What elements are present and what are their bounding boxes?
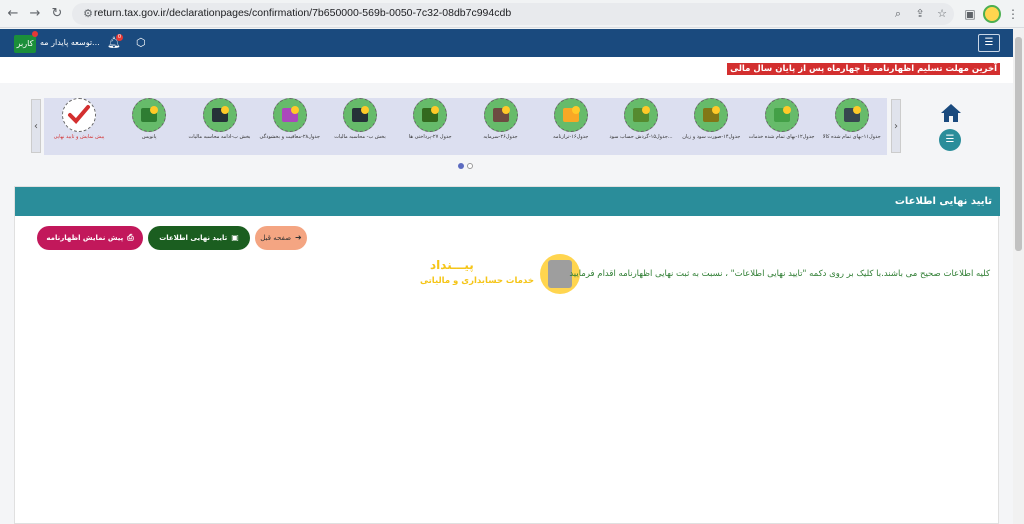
step-service-cost[interactable]: جدول۱۲-بهای تمام شده خدمات <box>747 98 817 155</box>
step-label: جدول۱۶-ترازنامه <box>553 134 589 140</box>
step-tax-calc[interactable]: بخش ب- محاسبه مالیات <box>325 98 395 155</box>
watermark-subtitle: خدمات حسابداری و مالیاتی <box>420 276 534 286</box>
confirmation-info-text: کلیه اطلاعات صحیح می باشند.با کلیک بر رو… <box>569 269 990 279</box>
step-label: جدول۲۶-سرمایه <box>483 134 518 140</box>
deadline-alert: آخرین مهلت تسلیم اظهارنامه تا چهارماه پس… <box>727 63 1000 75</box>
prev-button-label: صفحه قبل <box>260 234 292 242</box>
preview-declaration-button[interactable]: پیش نمایش اظهارنامه ⎙ <box>37 226 143 250</box>
menu-icon[interactable]: ☰ <box>978 34 1000 52</box>
step-scale[interactable]: جدول۱۴-صورت سود و زیان <box>676 98 746 155</box>
card-header: تایید نهایی اطلاعات <box>15 187 1000 216</box>
tax-calc-continue-icon <box>202 98 237 132</box>
step-exemption[interactable]: جدول۲۸-معافیت و بخشودگی <box>255 98 325 155</box>
url-text[interactable]: return.tax.gov.ir/declarationpages/confi… <box>94 7 511 19</box>
share-icon[interactable]: ⇪ <box>912 6 928 22</box>
confirmation-card: تایید نهایی اطلاعات پیش نمایش اظهارنامه ⎙… <box>14 186 1000 524</box>
carousel-dots <box>458 163 478 171</box>
zoom-icon[interactable]: ⌕ <box>890 6 906 22</box>
printer-icon: ⎙ <box>127 233 134 242</box>
step-footnote[interactable]: پانویس <box>114 98 184 155</box>
check-icon <box>62 98 96 132</box>
card-title: تایید نهایی اطلاعات <box>894 196 992 207</box>
bookmark-star-icon[interactable]: ☆ <box>934 6 950 22</box>
carousel-prev-chevron-icon[interactable]: ‹ <box>31 99 41 153</box>
service-cost-icon <box>764 98 799 132</box>
step-check[interactable]: پیش نمایش و تایید نهایی <box>44 98 114 155</box>
step-product-cost[interactable]: جدول۱۱-بهای تمام شده کالا <box>817 98 887 155</box>
step-label: بخش ب- محاسبه مالیات <box>334 134 386 140</box>
watermark-title: پیـــنداد <box>430 258 474 272</box>
page-scrollbar[interactable] <box>1013 29 1024 524</box>
step-label: جدول۱۵-گردش حساب سود... <box>609 134 673 140</box>
product-cost-icon <box>834 98 869 132</box>
step-capital[interactable]: جدول۲۶-سرمایه <box>466 98 536 155</box>
cube-icon[interactable]: ⬡ <box>136 36 146 49</box>
carousel-dot-active[interactable] <box>458 163 464 169</box>
notification-badge: 0 <box>116 34 123 41</box>
steps-list-icon[interactable]: ☰ <box>939 129 961 151</box>
step-tax-calc-continue[interactable]: بخش ب-ادامه محاسبه مالیات <box>185 98 255 155</box>
browser-toolbar: ← → ↻ ⚙ return.tax.gov.ir/declarationpag… <box>0 0 1024 28</box>
payments-icon <box>413 98 448 132</box>
step-label: پیش نمایش و تایید نهایی <box>53 134 105 140</box>
step-label: جدول۲۸-معافیت و بخشودگی <box>259 134 320 140</box>
balance-sheet-icon <box>553 98 588 132</box>
steps-carousel: جدول۱۱-بهای تمام شده کالا جدول۱۲-بهای تما… <box>44 98 887 155</box>
step-label: جدول۱۴-صورت سود و زیان <box>682 134 741 140</box>
scale-icon <box>694 98 729 132</box>
confirm-button-label: تایید نهایی اطلاعات <box>159 234 228 242</box>
step-flow[interactable]: جدول۱۵-گردش حساب سود... <box>606 98 676 155</box>
tax-calc-icon <box>343 98 377 132</box>
step-label: جدول۱۲-بهای تمام شده خدمات <box>748 134 815 140</box>
address-bar[interactable]: ⚙ return.tax.gov.ir/declarationpages/con… <box>72 3 954 25</box>
arrow-circle-icon: ➜ <box>295 233 302 242</box>
scrollbar-thumb[interactable] <box>1015 37 1022 251</box>
preview-button-label: پیش نمایش اظهارنامه <box>46 234 124 242</box>
user-name[interactable]: توسعه پایدار مه... <box>40 38 100 47</box>
carousel-dot[interactable] <box>467 163 473 169</box>
profile-avatar[interactable] <box>983 5 1001 23</box>
flow-icon <box>624 98 658 132</box>
watermark-logo: پیـــنداد خدمات حسابداری و مالیاتی <box>420 254 580 298</box>
reload-icon[interactable]: ↻ <box>48 5 66 23</box>
forward-icon[interactable]: → <box>26 5 44 23</box>
capital-icon <box>483 98 518 132</box>
app-root: ← → ↻ ⚙ return.tax.gov.ir/declarationpag… <box>0 0 1024 524</box>
final-confirm-button[interactable]: تایید نهایی اطلاعات ▣ <box>148 226 250 250</box>
exemption-icon <box>272 98 307 132</box>
side-panel-icon[interactable]: ▣ <box>961 5 979 23</box>
footnote-icon <box>132 98 167 132</box>
step-balance-sheet[interactable]: جدول۱۶-ترازنامه <box>536 98 606 155</box>
alert-bar: آخرین مهلت تسلیم اظهارنامه تا چهارماه پس… <box>0 57 1013 83</box>
app-header: کاربر توسعه پایدار مه... 🔔︎ 0 ⬡ ☰ <box>0 29 1013 57</box>
user-role-badge[interactable]: کاربر <box>14 35 36 53</box>
home-icon[interactable] <box>940 103 962 123</box>
step-label: پانویس <box>141 134 157 140</box>
carousel-next-chevron-icon[interactable]: › <box>891 99 901 153</box>
step-label: جدول۱۱-بهای تمام شده کالا <box>822 134 881 140</box>
back-icon[interactable]: ← <box>4 5 22 23</box>
save-icon: ▣ <box>231 233 239 242</box>
step-label: بخش ب-ادامه محاسبه مالیات <box>188 134 251 140</box>
previous-page-button[interactable]: صفحه قبل ➜ <box>255 226 307 250</box>
step-label: جدول ۲۷-پرداختی ها <box>408 134 452 140</box>
step-payments[interactable]: جدول ۲۷-پرداختی ها <box>395 98 465 155</box>
chrome-menu-icon[interactable]: ⋮ <box>1004 5 1022 23</box>
user-status-dot <box>32 31 38 37</box>
